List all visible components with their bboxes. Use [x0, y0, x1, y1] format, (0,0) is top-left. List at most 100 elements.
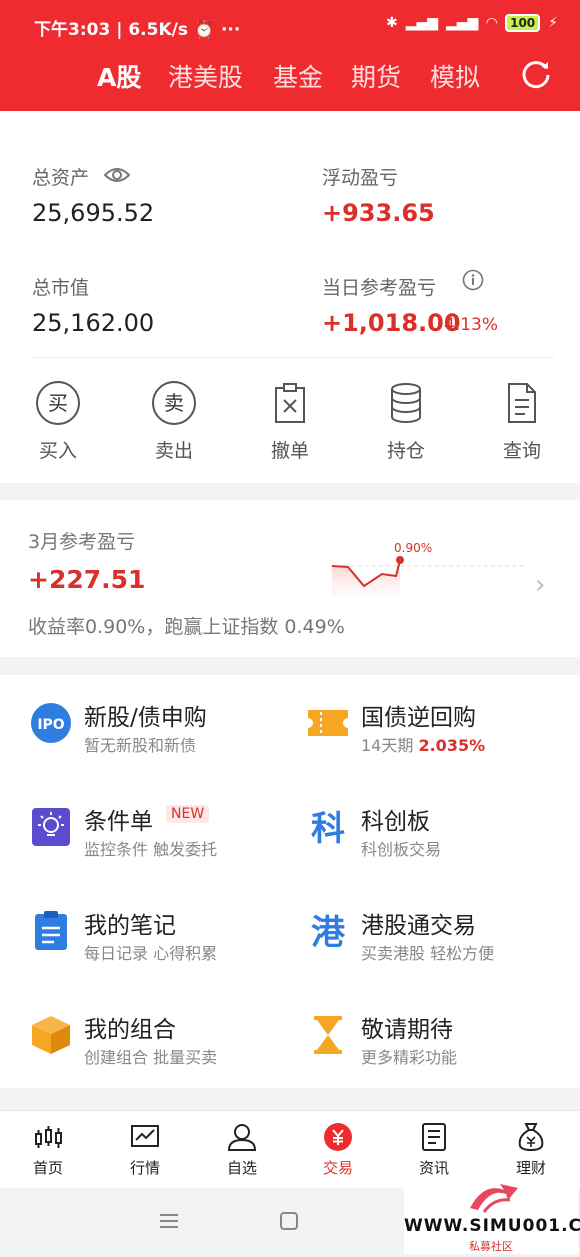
- total-assets-label: 总资产: [32, 167, 90, 189]
- market-value-value: 25,162.00: [32, 309, 155, 337]
- app-header: 下午3:03 | 6.5K/s ⏰ ··· ✱ ▂▄▆ ▂▄▆ ◠ 100 ⚡ …: [0, 0, 580, 111]
- watermark-logo: [470, 1184, 518, 1213]
- refresh-icon[interactable]: [520, 58, 552, 90]
- query-button[interactable]: 查询: [482, 380, 562, 463]
- floating-pnl-value: +933.65: [322, 199, 435, 227]
- nav-market[interactable]: 行情: [105, 1121, 185, 1178]
- sparkline-endpoint: [396, 556, 404, 564]
- notes-icon: [35, 911, 67, 950]
- positions-label: 持仓: [386, 440, 425, 462]
- nav-news-label: 资讯: [418, 1159, 449, 1177]
- feature-subtitle: 暂无新股和新债: [84, 736, 197, 755]
- status-time: 下午3:03 | 6.5K/s ⏰ ···: [34, 20, 241, 40]
- monthly-pnl-description: 收益率0.90%，跑赢上证指数 0.49%: [28, 616, 345, 638]
- nav-news[interactable]: 资讯: [394, 1121, 474, 1178]
- kechuang-icon: 科: [311, 809, 345, 848]
- yuan-icon: [324, 1123, 352, 1151]
- buy-label: 买入: [38, 440, 77, 462]
- document-icon: [508, 383, 536, 423]
- hourglass-icon: [314, 1016, 342, 1054]
- tab-hk-us[interactable]: 港美股: [168, 58, 243, 94]
- chevron-right-icon[interactable]: ›: [535, 570, 545, 600]
- home-square-icon[interactable]: [280, 1212, 298, 1230]
- feature-subtitle: 14天期 2.035%: [361, 736, 486, 755]
- feature-subtitle: 科创板交易: [361, 840, 442, 859]
- feature-coming-soon[interactable]: 敬请期待 更多精彩功能: [307, 1010, 557, 1070]
- nav-wealth-label: 理财: [515, 1159, 546, 1177]
- ticket-icon: [308, 710, 348, 736]
- feature-subtitle: 创建组合 批量买卖: [84, 1048, 218, 1067]
- user-icon: [227, 1124, 257, 1151]
- signal-icon: ▂▄▆: [405, 15, 438, 31]
- buy-icon: 买: [36, 381, 80, 425]
- sell-button[interactable]: 卖 卖出: [134, 380, 214, 463]
- floating-pnl-label: 浮动盈亏: [322, 167, 399, 189]
- wifi-icon: ◠: [486, 15, 498, 31]
- ipo-icon: IPO: [31, 703, 71, 743]
- status-icons: ✱ ▂▄▆ ▂▄▆ ◠ 100 ⚡: [386, 14, 558, 32]
- buy-button[interactable]: 买 买入: [18, 380, 98, 463]
- menu-icon[interactable]: [160, 1214, 178, 1228]
- cancel-order-button[interactable]: 撤单: [250, 380, 330, 463]
- feature-subtitle: 更多精彩功能: [361, 1048, 458, 1067]
- feature-title: 条件单: [84, 809, 153, 835]
- battery-icon: 100: [505, 14, 541, 32]
- feature-title: 新股/债申购: [84, 705, 207, 731]
- bulb-icon: [32, 808, 70, 846]
- sell-icon: 卖: [152, 381, 196, 425]
- money-bag-icon: [518, 1123, 544, 1152]
- feature-title: 敬请期待: [361, 1017, 453, 1043]
- candlestick-icon: [35, 1126, 62, 1148]
- clipboard-cancel-icon: [275, 383, 305, 423]
- nav-home[interactable]: 首页: [8, 1121, 88, 1178]
- positions-button[interactable]: 持仓: [366, 380, 446, 463]
- nav-trade[interactable]: 交易: [298, 1121, 378, 1178]
- svg-text:科: 科: [311, 809, 345, 848]
- sparkline-label: 0.90%: [394, 541, 432, 555]
- feature-title: 我的组合: [84, 1017, 176, 1043]
- watermark-text: WWW.SIMU001.CN: [404, 1216, 580, 1236]
- tab-a-shares[interactable]: A股: [97, 58, 141, 94]
- feature-notes[interactable]: 我的笔记 每日记录 心得积累: [30, 906, 280, 966]
- feature-reverse-repo[interactable]: 国债逆回购 14天期 2.035%: [307, 698, 557, 758]
- feature-conditional-order[interactable]: 条件单 NEW 监控条件 触发委托: [30, 802, 280, 862]
- nav-home-label: 首页: [32, 1159, 63, 1177]
- tab-funds[interactable]: 基金: [273, 58, 323, 94]
- feature-portfolio[interactable]: 我的组合 创建组合 批量买卖: [30, 1010, 280, 1070]
- feature-subtitle: 买卖港股 轻松方便: [361, 944, 495, 963]
- nav-wealth[interactable]: 理财: [491, 1121, 571, 1178]
- feature-title: 我的笔记: [84, 913, 176, 939]
- news-icon: [422, 1123, 446, 1151]
- hk-connect-icon: 港: [311, 913, 346, 952]
- charging-icon: ⚡: [548, 15, 558, 31]
- svg-text:IPO: IPO: [37, 717, 64, 733]
- bluetooth-icon: ✱: [385, 15, 398, 31]
- feature-subtitle: 监控条件 触发委托: [84, 840, 218, 859]
- feature-ipo[interactable]: IPO 新股/债申购 暂无新股和新债: [30, 698, 280, 758]
- nav-watchlist-label: 自选: [226, 1159, 257, 1177]
- new-badge: NEW: [166, 805, 210, 823]
- svg-text:港: 港: [311, 913, 346, 952]
- eye-icon[interactable]: [104, 166, 130, 184]
- tab-futures[interactable]: 期货: [351, 58, 401, 94]
- total-assets-value: 25,695.52: [32, 199, 155, 227]
- query-label: 查询: [502, 440, 541, 462]
- sell-label: 卖出: [154, 440, 193, 462]
- info-icon[interactable]: [462, 269, 484, 291]
- feature-title: 国债逆回购: [361, 705, 476, 731]
- feature-hk-connect[interactable]: 港 港股通交易 买卖港股 轻松方便: [307, 906, 557, 966]
- status-bar: 下午3:03 | 6.5K/s ⏰ ··· ✱ ▂▄▆ ▂▄▆ ◠ 100 ⚡: [0, 10, 580, 40]
- market-tabs: A股 港美股 基金 期货 模拟: [0, 58, 580, 98]
- monthly-pnl-value: +227.51: [28, 565, 146, 594]
- market-value-label: 总市值: [32, 277, 90, 299]
- feature-star-market[interactable]: 科 科创板 科创板交易: [307, 802, 557, 862]
- feature-title: 港股通交易: [361, 913, 476, 939]
- feature-title: 科创板: [361, 809, 430, 835]
- monthly-pnl-title: 3月参考盈亏: [28, 531, 136, 553]
- divider: [30, 357, 555, 358]
- watermark: WWW.SIMU001.CN 私募社区: [404, 1176, 580, 1254]
- nav-watchlist[interactable]: 自选: [202, 1121, 282, 1178]
- signal-2-icon: ▂▄▆: [446, 15, 479, 31]
- tab-simulation[interactable]: 模拟: [430, 58, 480, 94]
- database-icon: [391, 383, 421, 423]
